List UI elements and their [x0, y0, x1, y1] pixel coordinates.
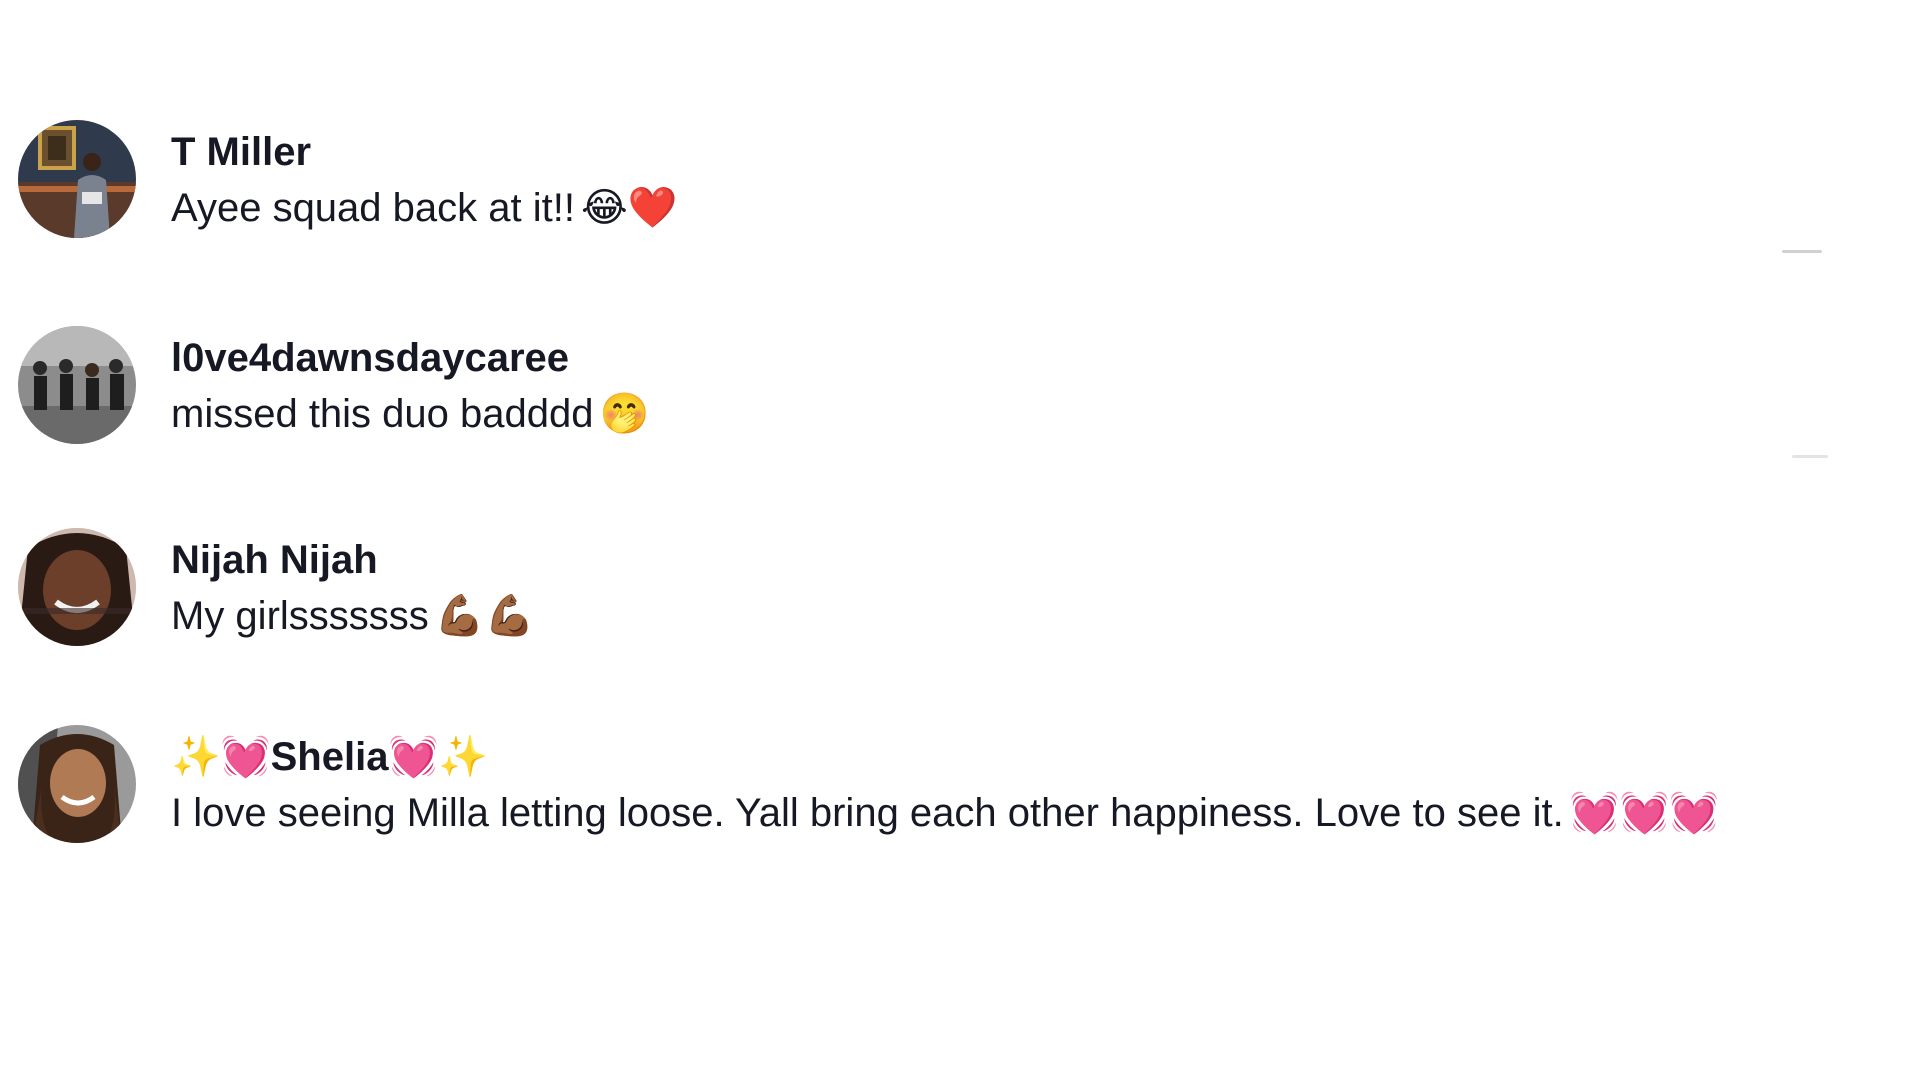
- like-indicator[interactable]: [1782, 250, 1822, 253]
- comment-text-body: My girlsssssss: [171, 594, 429, 638]
- avatar[interactable]: [18, 725, 136, 843]
- comment-item: T Miller Ayee squad back at it!! 😂❤️: [18, 120, 1898, 240]
- username-prefix-emoji: ✨💓: [171, 734, 271, 780]
- comment-text: My girlsssssss 💪🏾💪🏾: [171, 592, 534, 640]
- comment-item: ✨💓Shelia💓✨ I love seeing Milla letting l…: [18, 725, 1898, 845]
- avatar[interactable]: [18, 120, 136, 238]
- comment-username[interactable]: T Miller: [171, 128, 311, 176]
- like-indicator[interactable]: [1792, 455, 1828, 458]
- comment-item: Nijah Nijah My girlsssssss 💪🏾💪🏾: [18, 528, 1898, 648]
- comment-emoji: 💪🏾💪🏾: [434, 593, 535, 639]
- comment-emoji: 🤭: [599, 391, 650, 437]
- comment-item: l0ve4dawnsdaycaree missed this duo baddd…: [18, 326, 1898, 446]
- comment-emoji: 💓💓💓: [1569, 790, 1720, 836]
- comment-text-body: I love seeing Milla letting loose. Yall …: [171, 791, 1564, 835]
- comment-username[interactable]: Nijah Nijah: [171, 536, 378, 584]
- avatar[interactable]: [18, 528, 136, 646]
- comment-username[interactable]: ✨💓Shelia💓✨: [171, 733, 488, 781]
- comment-text: missed this duo badddd 🤭: [171, 390, 649, 438]
- comment-text-body: missed this duo badddd: [171, 392, 594, 436]
- avatar[interactable]: [18, 326, 136, 444]
- username-suffix-emoji: 💓✨: [388, 734, 489, 780]
- comment-text: Ayee squad back at it!! 😂❤️: [171, 184, 678, 232]
- comment-username[interactable]: l0ve4dawnsdaycaree: [171, 334, 569, 382]
- comment-text-body: Ayee squad back at it!!: [171, 186, 575, 230]
- comment-emoji: 😂❤️: [580, 185, 678, 231]
- comment-text: I love seeing Milla letting loose. Yall …: [171, 789, 1719, 837]
- username-label: Shelia: [270, 735, 389, 779]
- comments-list: T Miller Ayee squad back at it!! 😂❤️ l0ve…: [0, 0, 1920, 1080]
